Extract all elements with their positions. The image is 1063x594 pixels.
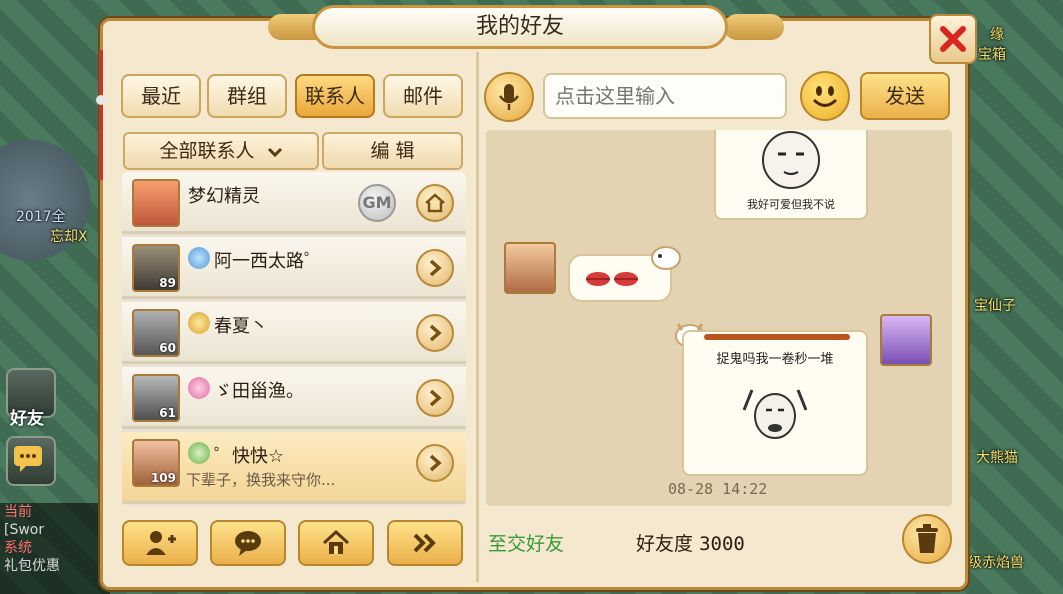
chat-bubble-icon <box>14 446 42 472</box>
bg-chat-gift: 礼包优惠 <box>4 558 60 574</box>
visit-home-button[interactable] <box>298 520 374 566</box>
contact-signature: 下辈子，换我来守你... <box>186 471 336 489</box>
bg-text-yuan: 缘 <box>990 27 1004 43</box>
chevron-right-icon <box>429 454 442 472</box>
tab-contacts[interactable]: 联系人 <box>295 74 375 118</box>
bg-chat-system: 系统 <box>4 540 32 556</box>
level-label: 60 <box>159 341 176 355</box>
bg-text-baoxiang: 宝箱 <box>978 47 1006 63</box>
contact-arrow-button[interactable] <box>416 444 454 482</box>
add-friend-button[interactable] <box>122 520 198 566</box>
speech-bubble-icon <box>235 531 261 556</box>
chat-hud-button[interactable] <box>6 436 56 486</box>
list-item[interactable]: 61 ゞ田甾渔。 <box>122 367 466 429</box>
lotus-element-icon <box>188 377 210 399</box>
message-bubble: 我好可爱但我不说 <box>714 130 868 220</box>
close-icon <box>940 26 966 52</box>
chat-area: 我好可爱但我不说 捉鬼吗我一卷秒一堆 08-28 14:22 <box>486 130 952 506</box>
wood-element-icon <box>188 442 210 464</box>
contact-name: 梦幻精灵 <box>188 186 260 207</box>
intimacy-value: 3000 <box>699 533 745 555</box>
list-item[interactable]: 60 春夏丶 <box>122 302 466 364</box>
home-icon <box>425 193 445 213</box>
tab-mail[interactable]: 邮件 <box>383 74 463 118</box>
home-button[interactable] <box>416 184 454 222</box>
trash-icon <box>916 524 938 553</box>
contact-arrow-button[interactable] <box>416 379 454 417</box>
my-chat-avatar <box>880 314 932 366</box>
bg-text-wangque: 忘却X <box>50 229 88 245</box>
friend-chat-avatar <box>504 242 556 294</box>
message-bubble: 捉鬼吗我一卷秒一堆 <box>682 330 868 476</box>
contact-filter-dropdown[interactable]: 全部联系人 <box>123 132 319 170</box>
list-item[interactable]: 梦幻精灵 GM <box>122 172 466 234</box>
title-ornament-right <box>724 14 784 40</box>
bg-chat-line: [Swor <box>4 522 45 538</box>
tab-groups[interactable]: 群组 <box>207 74 287 118</box>
list-item[interactable]: 109 ゜快快☆ 下辈子，换我来守你... <box>122 432 466 504</box>
contact-name: 春夏丶 <box>214 316 268 337</box>
meme-face-icon <box>762 131 820 189</box>
intimacy-readout: 好友度 3000 <box>636 529 745 556</box>
friends-hud-label: 好友 <box>10 409 44 429</box>
contact-list: 梦幻精灵 GM 89 阿一西太路゜ 60 春夏丶 61 ゞ田甾渔。 109 ゜快… <box>122 172 466 506</box>
intimacy-label: 好友度 <box>636 533 694 555</box>
list-item[interactable]: 89 阿一西太路゜ <box>122 237 466 299</box>
microphone-icon <box>499 84 519 110</box>
bg-text-daxiongmao: 大熊猫 <box>976 450 1018 466</box>
level-label: 61 <box>159 406 176 420</box>
panel-title: 我的好友 <box>312 5 728 49</box>
level-label: 89 <box>159 276 176 290</box>
contact-name: ゞ田甾渔。 <box>214 381 304 402</box>
chevron-down-icon <box>267 147 282 157</box>
gm-badge: GM <box>358 184 396 222</box>
chevron-right-icon <box>429 389 442 407</box>
contacts-column: 最近 群组 联系人 邮件 全部联系人 编 辑 梦幻精灵 GM 89 阿一西太路゜ <box>119 62 467 506</box>
chevron-right-icon <box>429 259 442 277</box>
message-text: 捉鬼吗我一卷秒一堆 <box>716 352 834 367</box>
tab-recent[interactable]: 最近 <box>121 74 201 118</box>
level-label: 109 <box>150 471 176 485</box>
message-timestamp: 08-28 14:22 <box>668 480 768 498</box>
contact-name: 阿一西太路゜ <box>214 251 322 272</box>
close-button[interactable] <box>929 14 977 64</box>
add-user-icon <box>146 531 176 555</box>
contact-arrow-button[interactable] <box>416 314 454 352</box>
avatar: 61 <box>132 374 180 422</box>
bg-text-2017: 2017全 <box>16 209 66 225</box>
meme-face-icon <box>742 389 808 439</box>
double-chevron-right-icon <box>413 533 436 553</box>
avatar: 109 <box>132 439 180 487</box>
delete-friend-button[interactable] <box>902 514 952 564</box>
avatar: 89 <box>132 244 180 292</box>
house-icon <box>322 530 350 554</box>
edit-button[interactable]: 编 辑 <box>322 132 463 170</box>
voice-input-button[interactable] <box>484 72 534 122</box>
contact-arrow-button[interactable] <box>416 249 454 287</box>
chevron-right-icon <box>429 324 442 342</box>
avatar: 60 <box>132 309 180 357</box>
bg-chat-channel: 当前 <box>4 504 32 520</box>
bg-text-baoxianzi: 宝仙子 <box>974 298 1016 314</box>
bg-text-chiyanshou: 级赤焰兽 <box>968 555 1024 571</box>
send-button[interactable]: 发送 <box>860 72 950 120</box>
emoji-button[interactable] <box>800 71 850 121</box>
bottom-chat-box: 当前 [Swor 系统 礼包优惠 <box>0 503 110 594</box>
chat-button[interactable] <box>210 520 286 566</box>
more-button[interactable] <box>387 520 463 566</box>
avatar <box>132 179 180 227</box>
tassel-ornament <box>96 50 106 180</box>
column-divider <box>476 52 479 582</box>
water-element-icon <box>188 247 210 269</box>
relation-label: 至交好友 <box>488 533 565 555</box>
smiley-icon <box>812 86 838 107</box>
contact-name: ゜快快☆ <box>214 446 285 467</box>
bubble-header-bar <box>704 334 850 340</box>
filter-label: 全部联系人 <box>159 140 255 162</box>
sticker-caption: 我好可爱但我不说 <box>747 198 835 211</box>
message-input[interactable] <box>543 73 787 119</box>
sheep-sticker-icon <box>651 246 681 270</box>
gold-element-icon <box>188 312 210 334</box>
